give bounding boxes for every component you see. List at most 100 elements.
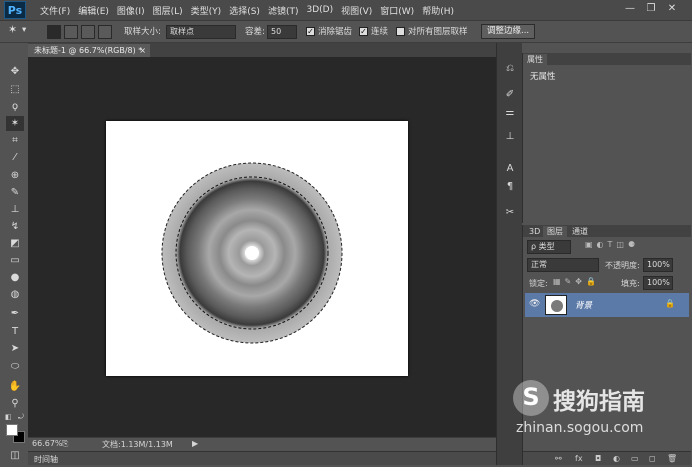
lock-icons[interactable]: ▦✎✥🔒 [553, 277, 600, 286]
status-menu-arrow-icon[interactable]: ▶ [192, 439, 198, 448]
fx-icon[interactable]: fx [575, 454, 583, 463]
paragraph-panel-icon[interactable]: ¶ [502, 179, 518, 194]
foreground-color-swatch[interactable] [6, 424, 18, 436]
sogou-logo-icon: S [513, 380, 549, 416]
tab-layers[interactable]: 图层 [543, 226, 567, 237]
crop-tool-icon[interactable]: ⌗ [6, 133, 24, 148]
menu-filter[interactable]: 滤镜(T) [268, 4, 299, 17]
tool-preset-chevron-icon[interactable]: ▾ [22, 25, 26, 35]
document-tab-bar: 未标题-1 @ 66.7%(RGB/8) * × [28, 43, 496, 57]
history-panel-icon[interactable]: ⎌ [502, 61, 518, 76]
menu-window[interactable]: 窗口(W) [380, 4, 414, 17]
blend-mode-select[interactable]: 正常 [527, 258, 599, 272]
menu-edit[interactable]: 编辑(E) [78, 4, 109, 17]
stamp-tool-icon[interactable]: ⊥ [6, 202, 24, 217]
visibility-eye-icon[interactable]: 👁 [529, 299, 540, 309]
add-selection-icon[interactable] [64, 25, 78, 39]
menu-file[interactable]: 文件(F) [40, 4, 70, 17]
intersect-selection-icon[interactable] [98, 25, 112, 39]
zoom-tool-icon[interactable]: ⚲ [6, 396, 24, 411]
clone-source-icon[interactable]: ⊥ [502, 129, 518, 144]
fill-input[interactable]: 100% [643, 276, 673, 290]
marquee-tool-icon[interactable]: ⬚ [6, 82, 24, 97]
history-brush-icon[interactable]: ↯ [6, 219, 24, 234]
magic-wand-tool-icon[interactable]: ✶ [6, 116, 24, 131]
brush-tool-icon[interactable]: ✎ [6, 185, 24, 200]
new-layer-icon[interactable]: ◻ [649, 454, 656, 463]
zoom-level[interactable]: 66.67% [32, 439, 63, 448]
menu-select[interactable]: 选择(S) [229, 4, 260, 17]
tab-channels[interactable]: 通道 [568, 226, 592, 237]
mask-icon[interactable]: ◘ [595, 454, 601, 463]
healing-tool-icon[interactable]: ⊕ [6, 168, 24, 183]
tab-3d[interactable]: 3D [525, 226, 544, 237]
tolerance-input[interactable]: 50 [267, 25, 297, 39]
options-bar: ✶ ▾ 取样大小: 取样点 容差: 50 ✓ 消除锯齿 ✓ 连续 对所有图层取样… [0, 21, 692, 43]
pen-tool-icon[interactable]: ✒ [6, 306, 24, 321]
restore-button[interactable]: ❐ [643, 2, 659, 16]
eyedropper-tool-icon[interactable]: ⁄ [6, 150, 24, 165]
eraser-tool-icon[interactable]: ◩ [6, 236, 24, 251]
document-canvas[interactable] [106, 121, 408, 376]
brush-panel-icon[interactable]: ✐ [502, 87, 518, 102]
trash-icon[interactable]: 🗑 [667, 454, 677, 463]
canvas-area[interactable] [28, 57, 496, 437]
tolerance-label: 容差: [245, 27, 265, 37]
circle-image [161, 162, 343, 344]
blur-tool-icon[interactable]: ● [6, 270, 24, 285]
path-select-icon[interactable]: ➤ [6, 341, 24, 356]
adjustment-icon[interactable]: ◐ [613, 454, 620, 463]
close-window-button[interactable]: ✕ [664, 2, 680, 16]
menu-layer[interactable]: 图层(L) [153, 4, 183, 17]
antialias-checkbox[interactable]: ✓ [306, 27, 315, 36]
folder-icon[interactable]: ▭ [631, 454, 639, 463]
layer-filter-icons[interactable]: ▣◐T◫⚈ [585, 240, 639, 249]
properties-header: 属性 [523, 53, 691, 65]
layer-thumbnail [545, 295, 567, 315]
menu-type[interactable]: 类型(Y) [191, 4, 222, 17]
layer-row-background[interactable]: 👁 背景 🔒 [525, 293, 689, 317]
shape-tool-icon[interactable]: ⬭ [6, 359, 24, 374]
opacity-input[interactable]: 100% [643, 258, 673, 272]
status-bar: 66.67% ⎘ 文档:1.13M/1.13M ▶ [28, 437, 496, 450]
menu-view[interactable]: 视图(V) [341, 4, 372, 17]
magic-wand-icon[interactable]: ✶ [8, 23, 17, 36]
sample-size-select[interactable]: 取样点 [166, 25, 236, 39]
document-title: 未标题-1 @ 66.7%(RGB/8) * [34, 46, 143, 55]
refine-edge-button[interactable]: 调整边缘... [481, 24, 536, 39]
menu-help[interactable]: 帮助(H) [422, 4, 454, 17]
menu-image[interactable]: 图像(I) [117, 4, 145, 17]
app-logo: Ps [4, 1, 26, 19]
tool-presets-icon[interactable]: ✂ [502, 205, 518, 220]
watermark-brand: 搜狗指南 [553, 389, 645, 415]
watermark: S 搜狗指南 zhinan.sogou.com [513, 380, 688, 440]
default-colors-icon[interactable]: ◧ [5, 413, 12, 421]
layer-lock-icon: 🔒 [665, 299, 675, 308]
link-icon[interactable]: ⚯ [555, 454, 562, 463]
swap-colors-icon[interactable]: ⤾ [18, 413, 24, 422]
gradient-tool-icon[interactable]: ▭ [6, 253, 24, 268]
close-tab-icon[interactable]: × [139, 44, 146, 57]
layers-header: 3D 图层 通道 [523, 225, 691, 237]
new-selection-icon[interactable] [47, 25, 61, 39]
minimize-button[interactable]: — [622, 2, 638, 16]
dodge-tool-icon[interactable]: ◍ [6, 287, 24, 302]
contiguous-checkbox[interactable]: ✓ [359, 27, 368, 36]
export-icon[interactable]: ⎘ [62, 439, 68, 449]
lasso-tool-icon[interactable]: ϙ [6, 99, 24, 114]
move-tool-icon[interactable]: ✥ [6, 64, 24, 79]
document-tab[interactable]: 未标题-1 @ 66.7%(RGB/8) * × [28, 44, 150, 57]
layer-filter-select[interactable]: ρ 类型 [527, 240, 571, 254]
timeline-label[interactable]: 时间轴 [34, 454, 58, 465]
tab-properties[interactable]: 属性 [523, 54, 547, 65]
layer-name[interactable]: 背景 [575, 299, 592, 311]
hand-tool-icon[interactable]: ✋ [6, 379, 24, 394]
document-info: 文档:1.13M/1.13M [102, 440, 173, 449]
sample-all-checkbox[interactable] [396, 27, 405, 36]
character-panel-icon[interactable]: A [502, 161, 518, 176]
menu-3d[interactable]: 3D(D) [306, 5, 333, 15]
quick-mask-icon[interactable]: ◫ [6, 448, 24, 463]
adjustments-panel-icon[interactable]: ⚌ [502, 105, 518, 120]
subtract-selection-icon[interactable] [81, 25, 95, 39]
type-tool-icon[interactable]: T [6, 324, 24, 339]
